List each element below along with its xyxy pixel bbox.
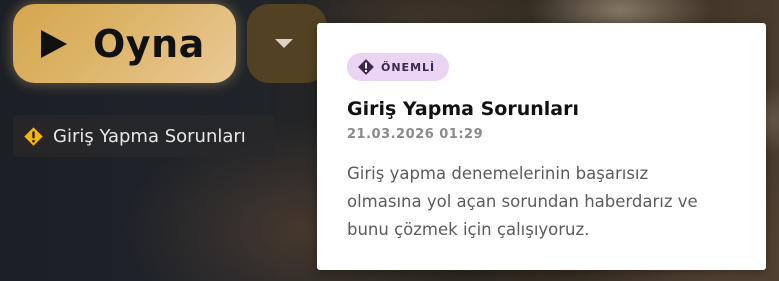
notice-card: ÖNEMLİ Giriş Yapma Sorunları 21.03.2026 … [317,23,766,270]
warning-icon [24,126,43,146]
notice-title: Giriş Yapma Sorunları [347,98,579,120]
status-pill-label: Giriş Yapma Sorunları [53,125,246,147]
play-options-dropdown-button[interactable] [247,4,327,83]
login-issue-status-pill[interactable]: Giriş Yapma Sorunları [13,115,275,157]
notice-body: Giriş yapma denemelerinin başarısız olma… [347,164,698,239]
chevron-down-icon [275,39,293,48]
notice-date: 21.03.2026 01:29 [347,127,484,142]
alert-diamond-icon [358,59,374,75]
importance-badge: ÖNEMLİ [347,53,450,81]
play-icon [41,29,67,58]
play-button[interactable]: Oyna [13,4,236,83]
play-button-label: Oyna [93,21,205,66]
badge-label: ÖNEMLİ [381,60,436,74]
